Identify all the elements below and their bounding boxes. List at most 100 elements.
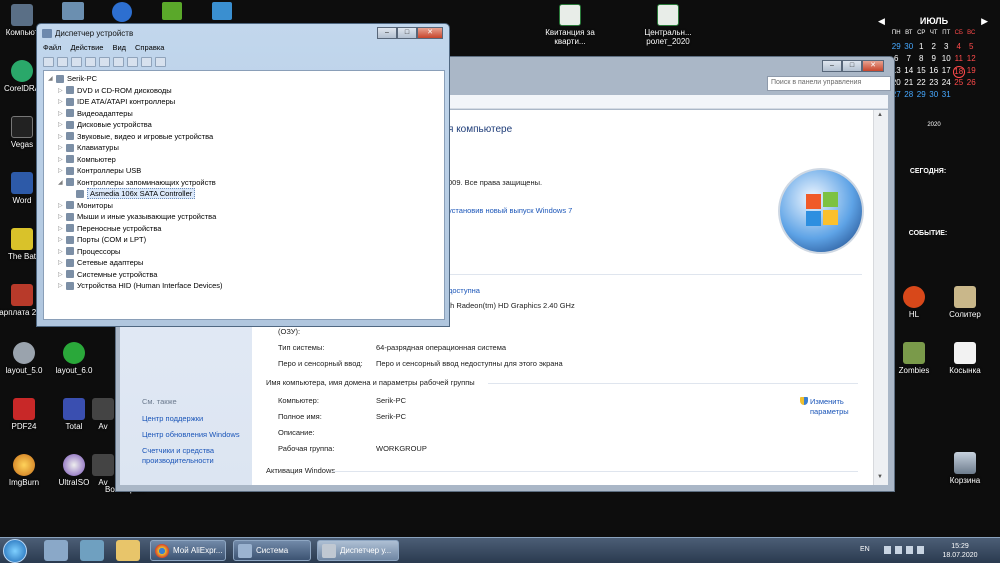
menu-action[interactable]: Действие bbox=[70, 43, 103, 55]
menu-help[interactable]: Справка bbox=[135, 43, 164, 55]
quicklaunch-icon-1[interactable] bbox=[44, 540, 68, 561]
desktop-icon-top-2[interactable] bbox=[112, 2, 132, 22]
expand-arrow-icon[interactable]: ▷ bbox=[58, 259, 66, 266]
uninstall-icon[interactable] bbox=[141, 57, 152, 67]
desktop-icon-layout5[interactable]: layout_5.0 bbox=[0, 342, 52, 375]
calendar-day[interactable]: 3 bbox=[940, 42, 953, 54]
calendar-day[interactable]: 14 bbox=[903, 66, 916, 78]
tree-device-asmedia[interactable]: Asmedia 106x SATA Controller bbox=[68, 188, 196, 199]
close-button[interactable]: ✕ bbox=[862, 60, 884, 72]
system-scrollbar[interactable]: ▲ ▼ bbox=[873, 110, 888, 485]
collapse-arrow-icon[interactable]: ◢ bbox=[58, 179, 66, 186]
calendar-day[interactable]: 15 bbox=[915, 66, 928, 78]
tree-category[interactable]: ▷ Дисковые устройства bbox=[58, 119, 152, 130]
tree-category[interactable]: ▷ Компьютер bbox=[58, 154, 116, 165]
scroll-down-arrow[interactable]: ▼ bbox=[877, 474, 883, 480]
calendar-day[interactable]: 26 bbox=[965, 78, 978, 90]
calendar-day[interactable]: 11 bbox=[953, 54, 966, 66]
desktop-icon-imgburn[interactable]: ImgBurn bbox=[0, 454, 52, 487]
tray-power-icon[interactable] bbox=[917, 546, 924, 554]
back-arrow-icon[interactable] bbox=[43, 57, 54, 67]
calendar-day[interactable]: 30 bbox=[903, 42, 916, 54]
calendar-day[interactable]: 17 bbox=[940, 66, 953, 78]
desktop-icon-pdf24[interactable]: PDF24 bbox=[0, 398, 52, 431]
minimize-button[interactable]: – bbox=[377, 27, 397, 39]
desktop-icon-av1[interactable]: Av bbox=[88, 398, 118, 431]
expand-arrow-icon[interactable]: ▷ bbox=[58, 225, 66, 232]
update-driver-icon[interactable] bbox=[127, 57, 138, 67]
task-device-manager[interactable]: Диспетчер у... bbox=[317, 540, 399, 561]
language-indicator[interactable]: EN bbox=[860, 546, 870, 553]
menu-file[interactable]: Файл bbox=[43, 43, 61, 55]
calendar-day[interactable]: 19 bbox=[965, 66, 978, 78]
clock[interactable]: 15:29 18.07.2020 bbox=[930, 542, 990, 560]
calendar-day[interactable]: 2 bbox=[928, 42, 941, 54]
tree-category[interactable]: ▷ Видеоадаптеры bbox=[58, 108, 133, 119]
task-browser[interactable]: Мой AliExpr... bbox=[150, 540, 226, 561]
tree-category[interactable]: ▷ Мониторы bbox=[58, 200, 113, 211]
explorer-folder-icon[interactable] bbox=[116, 540, 140, 561]
expand-arrow-icon[interactable]: ▷ bbox=[58, 133, 66, 140]
desktop-icon-recycle-bin[interactable]: Корзина bbox=[937, 452, 993, 485]
support-center-link[interactable]: Центр поддержки bbox=[142, 414, 203, 423]
calendar-day[interactable]: 25 bbox=[953, 78, 966, 90]
calendar-day[interactable]: 5 bbox=[965, 42, 978, 54]
view-icon[interactable] bbox=[99, 57, 110, 67]
calendar-day[interactable]: 16 bbox=[928, 66, 941, 78]
help-icon[interactable] bbox=[85, 57, 96, 67]
calendar-day[interactable]: 22 bbox=[915, 78, 928, 90]
expand-arrow-icon[interactable]: ▷ bbox=[58, 110, 66, 117]
expand-arrow-icon[interactable]: ▷ bbox=[58, 213, 66, 220]
desktop-icon-av2[interactable]: Av bbox=[88, 454, 118, 487]
expand-arrow-icon[interactable]: ▷ bbox=[58, 144, 66, 151]
maximize-button[interactable]: □ bbox=[842, 60, 862, 72]
tree-category[interactable]: ◢ Контроллеры запоминающих устройств bbox=[58, 177, 216, 188]
windows-update-link[interactable]: Центр обновления Windows bbox=[142, 430, 240, 439]
tree-category[interactable]: ▷ Системные устройства bbox=[58, 269, 157, 280]
expand-arrow-icon[interactable]: ▷ bbox=[58, 236, 66, 243]
tree-category[interactable]: ▷ DVD и CD-ROM дисководы bbox=[58, 85, 172, 96]
tree-category[interactable]: ▷ IDE ATA/ATAPI контроллеры bbox=[58, 96, 175, 107]
desktop-icon-central[interactable]: Центральн... ролет_2020 bbox=[636, 4, 700, 46]
calendar-day[interactable]: 21 bbox=[903, 78, 916, 90]
tree-category[interactable]: ▷ Контроллеры USB bbox=[58, 165, 141, 176]
calendar-day[interactable]: 1 bbox=[915, 42, 928, 54]
calendar-day[interactable]: 9 bbox=[928, 54, 941, 66]
expand-arrow-icon[interactable]: ▷ bbox=[58, 98, 66, 105]
desktop-icon-layout6[interactable]: layout_6.0 bbox=[46, 342, 102, 375]
expand-arrow-icon[interactable]: ▷ bbox=[58, 87, 66, 94]
calendar-day[interactable]: 30 bbox=[928, 90, 941, 102]
tray-flag-icon[interactable] bbox=[884, 546, 891, 554]
performance-index-link[interactable]: доступна bbox=[448, 286, 480, 295]
desktop-icon-receipt[interactable]: Квитанция за кварти... bbox=[540, 4, 600, 46]
tree-category[interactable]: ▷ Порты (COM и LPT) bbox=[58, 234, 146, 245]
performance-link[interactable]: Счетчики и средства производительности bbox=[142, 446, 232, 466]
tray-network-icon[interactable] bbox=[895, 546, 902, 554]
collapse-arrow-icon[interactable]: ◢ bbox=[48, 75, 56, 82]
scroll-up-arrow[interactable]: ▲ bbox=[877, 112, 883, 118]
tree-category[interactable]: ▷ Процессоры bbox=[58, 246, 120, 257]
tree-category[interactable]: ▷ Мыши и иные указывающие устройства bbox=[58, 211, 216, 222]
expand-arrow-icon[interactable]: ▷ bbox=[58, 271, 66, 278]
tree-category[interactable]: ▷ Клавиатуры bbox=[58, 142, 119, 153]
calendar-prev-button[interactable]: ◀ bbox=[878, 16, 885, 27]
tree-category[interactable]: ▷ Сетевые адаптеры bbox=[58, 257, 143, 268]
task-system[interactable]: Система bbox=[233, 540, 311, 561]
start-button[interactable] bbox=[3, 539, 27, 563]
change-settings-link[interactable]: Изменить параметры bbox=[810, 397, 860, 417]
properties-icon[interactable] bbox=[71, 57, 82, 67]
calendar-day[interactable]: 4 bbox=[953, 42, 966, 54]
calendar-day[interactable]: 31 bbox=[940, 90, 953, 102]
calendar-day[interactable]: 10 bbox=[940, 54, 953, 66]
calendar-day[interactable]: 28 bbox=[903, 90, 916, 102]
calendar-day[interactable]: 29 bbox=[915, 90, 928, 102]
expand-arrow-icon[interactable]: ▷ bbox=[58, 248, 66, 255]
desktop-icon-spider[interactable]: Косынка bbox=[937, 342, 993, 375]
expand-arrow-icon[interactable]: ▷ bbox=[58, 167, 66, 174]
desktop-icon-top-1[interactable] bbox=[62, 2, 84, 20]
tray-volume-icon[interactable] bbox=[906, 546, 913, 554]
expand-arrow-icon[interactable]: ▷ bbox=[58, 156, 66, 163]
disable-icon[interactable] bbox=[155, 57, 166, 67]
calendar-day[interactable]: 18 bbox=[952, 66, 965, 78]
expand-arrow-icon[interactable]: ▷ bbox=[58, 121, 66, 128]
